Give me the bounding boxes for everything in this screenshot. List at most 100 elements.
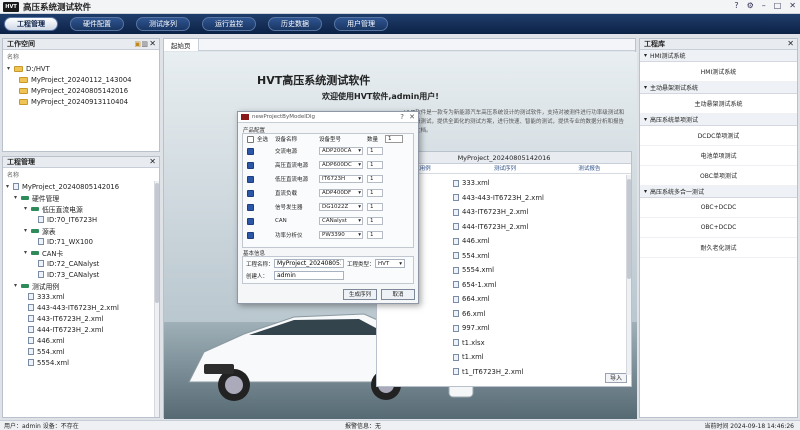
project-list-file[interactable]: 446.xml bbox=[453, 234, 631, 249]
project-list-file[interactable]: t1.xlsx bbox=[453, 336, 631, 351]
generate-sequence-button[interactable]: 生成序列 bbox=[343, 289, 377, 300]
device-count-spinner[interactable]: 1 bbox=[367, 189, 383, 197]
project-list-file[interactable]: 443-443-IT6723H_2.xml bbox=[453, 191, 631, 206]
collapse-arrow-icon[interactable]: ▾ bbox=[6, 183, 13, 190]
tree-dmm[interactable]: ▾ 源表 bbox=[6, 225, 159, 236]
library-item[interactable]: OBC单项测试 bbox=[640, 166, 797, 186]
collapse-arrow-icon[interactable]: ▾ bbox=[644, 84, 647, 91]
device-checkbox[interactable] bbox=[247, 217, 254, 225]
close-icon[interactable]: ✕ bbox=[149, 39, 156, 48]
library-group-header[interactable]: ▾ 主动悬架测试系统 bbox=[640, 82, 797, 94]
tree-device-id[interactable]: ID:71_WX100 bbox=[6, 236, 159, 247]
close-icon[interactable]: ✕ bbox=[149, 157, 156, 166]
collapse-arrow-icon[interactable]: ▾ bbox=[24, 249, 31, 256]
test-file[interactable]: 443-IT6723H_2.xml bbox=[6, 313, 159, 324]
scrollbar-thumb[interactable] bbox=[155, 183, 159, 303]
device-model-select[interactable]: ADP600DC ▾ bbox=[319, 161, 363, 169]
device-model-select[interactable]: ADP200CA ▾ bbox=[319, 147, 363, 155]
device-model-select[interactable]: PW3390 ▾ bbox=[319, 231, 363, 239]
open-folder-icon[interactable]: ▣ bbox=[134, 40, 141, 48]
project-list-file[interactable]: 554.xml bbox=[453, 249, 631, 264]
device-count-spinner[interactable]: 1 bbox=[367, 217, 383, 225]
library-item[interactable]: 耐久老化测试 bbox=[640, 238, 797, 258]
library-group-header[interactable]: ▾ 高压系统单项测试 bbox=[640, 114, 797, 126]
project-list-file[interactable]: 5554.xml bbox=[453, 263, 631, 278]
project-list-file[interactable]: 997.xml bbox=[453, 321, 631, 336]
cancel-button[interactable]: 取消 bbox=[381, 289, 415, 300]
device-model-select[interactable]: CANalyst ▾ bbox=[319, 217, 363, 225]
column-reports[interactable]: 测试报告 bbox=[548, 164, 631, 173]
import-button[interactable]: 导入 bbox=[605, 373, 627, 383]
workspace-item[interactable]: MyProject_20240805142016 bbox=[7, 85, 159, 96]
scrollbar-thumb[interactable] bbox=[627, 179, 631, 279]
menu-run-monitor[interactable]: 运行监控 bbox=[202, 17, 256, 31]
test-file[interactable]: 444-IT6723H_2.xml bbox=[6, 324, 159, 335]
device-count-spinner[interactable]: 1 bbox=[367, 161, 383, 169]
test-file[interactable]: 446.xml bbox=[6, 335, 159, 346]
device-checkbox[interactable] bbox=[247, 175, 254, 183]
device-row[interactable]: 高压直流电源 ADP600DC ▾ 1 bbox=[243, 158, 413, 172]
tab-start-page[interactable]: 起始页 bbox=[164, 39, 199, 51]
device-count-spinner[interactable]: 1 bbox=[367, 175, 383, 183]
collapse-arrow-icon[interactable]: ▾ bbox=[644, 116, 647, 123]
menu-history-data[interactable]: 历史数据 bbox=[268, 17, 322, 31]
device-row[interactable]: 功率分析仪 PW3390 ▾ 1 bbox=[243, 228, 413, 242]
tree-hardware[interactable]: ▾ 硬件管理 bbox=[6, 192, 159, 203]
collapse-arrow-icon[interactable]: ▾ bbox=[644, 188, 647, 195]
device-row[interactable]: 信号发生器 DG1022Z ▾ 1 bbox=[243, 200, 413, 214]
tree-can[interactable]: ▾ CAN卡 bbox=[6, 247, 159, 258]
delete-icon[interactable]: ▥ bbox=[141, 40, 148, 48]
project-list-file[interactable]: 654-1.xml bbox=[453, 278, 631, 293]
device-count-spinner[interactable]: 1 bbox=[367, 147, 383, 155]
collapse-arrow-icon[interactable]: ▾ bbox=[24, 205, 31, 212]
test-file[interactable]: 5554.xml bbox=[6, 357, 159, 368]
test-file[interactable]: 443-443-IT6723H_2.xml bbox=[6, 302, 159, 313]
library-item[interactable]: HMI测试系统 bbox=[640, 62, 797, 82]
tree-device-id[interactable]: ID:73_CANalyst bbox=[6, 269, 159, 280]
project-list-file[interactable]: 443-IT6723H_2.xml bbox=[453, 205, 631, 220]
device-model-select[interactable]: DG1022Z ▾ bbox=[319, 203, 363, 211]
test-file[interactable]: 333.xml bbox=[6, 291, 159, 302]
menu-project-management[interactable]: 工程管理 bbox=[4, 17, 58, 31]
total-count-spinner[interactable]: 1 bbox=[385, 135, 403, 143]
device-row[interactable]: 低压直流电源 IT6723H ▾ 1 bbox=[243, 172, 413, 186]
device-checkbox[interactable] bbox=[247, 189, 254, 197]
menu-test-sequence[interactable]: 测试序列 bbox=[136, 17, 190, 31]
project-root[interactable]: ▾ MyProject_20240805142016 bbox=[6, 181, 159, 192]
device-checkbox[interactable] bbox=[247, 161, 254, 169]
tree-device-id[interactable]: ID:70_IT6723H bbox=[6, 214, 159, 225]
device-model-select[interactable]: ADP400DF ▾ bbox=[319, 189, 363, 197]
library-group-header[interactable]: ▾ 高压系统多合一测试 bbox=[640, 186, 797, 198]
library-item[interactable]: OBC+DCDC bbox=[640, 218, 797, 238]
scrollbar[interactable] bbox=[626, 175, 631, 375]
collapse-arrow-icon[interactable]: ▾ bbox=[24, 227, 31, 234]
menu-hardware-config[interactable]: 硬件配置 bbox=[70, 17, 124, 31]
device-checkbox[interactable] bbox=[247, 147, 254, 155]
close-icon[interactable]: ✕ bbox=[789, 1, 796, 10]
dialog-close-icon[interactable]: ✕ bbox=[409, 113, 415, 121]
device-row[interactable]: 交流电源 ADP200CA ▾ 1 bbox=[243, 144, 413, 158]
collapse-arrow-icon[interactable]: ▾ bbox=[14, 282, 21, 289]
scrollbar[interactable] bbox=[154, 181, 159, 417]
select-all-checkbox[interactable] bbox=[247, 135, 254, 143]
device-model-select[interactable]: IT6723H ▾ bbox=[319, 175, 363, 183]
device-checkbox[interactable] bbox=[247, 231, 254, 239]
collapse-arrow-icon[interactable]: ▾ bbox=[7, 65, 14, 72]
settings-icon[interactable]: ⚙ bbox=[747, 1, 754, 10]
device-row[interactable]: CAN CANalyst ▾ 1 bbox=[243, 214, 413, 228]
project-list-file[interactable]: t1.xml bbox=[453, 350, 631, 365]
library-item[interactable]: DCDC单项测试 bbox=[640, 126, 797, 146]
project-type-select[interactable]: HVT ▾ bbox=[375, 259, 405, 268]
workspace-item[interactable]: MyProject_20240913110404 bbox=[7, 96, 159, 107]
test-file[interactable]: 554.xml bbox=[6, 346, 159, 357]
project-list-file[interactable]: 444-IT6723H_2.xml bbox=[453, 220, 631, 235]
minimize-icon[interactable]: – bbox=[762, 1, 766, 10]
collapse-arrow-icon[interactable]: ▾ bbox=[644, 52, 647, 59]
dialog-help-icon[interactable]: ? bbox=[400, 113, 404, 121]
library-item[interactable]: 主动悬架测试系统 bbox=[640, 94, 797, 114]
help-icon[interactable]: ? bbox=[734, 1, 738, 10]
device-checkbox[interactable] bbox=[247, 203, 254, 211]
project-list-file[interactable]: 333.xml bbox=[453, 176, 631, 191]
library-item[interactable]: 电池单项测试 bbox=[640, 146, 797, 166]
project-list-file[interactable]: 66.xml bbox=[453, 307, 631, 322]
